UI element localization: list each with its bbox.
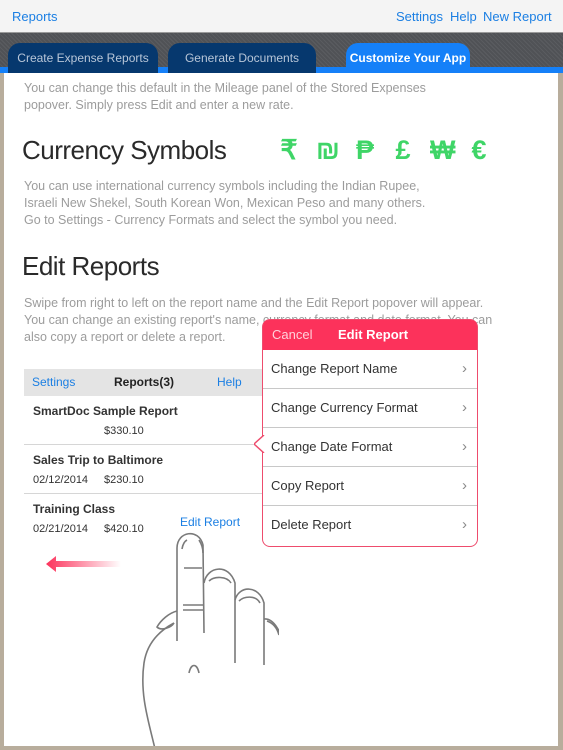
report-date: 02/12/2014 [33, 474, 89, 486]
change-currency-format-item[interactable]: Change Currency Format › [263, 389, 477, 428]
menu-item-label: Change Date Format [271, 439, 393, 454]
edit-report-popover: Cancel Edit Report Change Report Name › … [254, 319, 478, 547]
report-name: Sales Trip to Baltimore [33, 453, 164, 467]
popover-cancel-button[interactable]: Cancel [272, 327, 312, 342]
menu-item-label: Change Currency Format [271, 400, 418, 415]
report-amount: $330.10 [104, 425, 144, 437]
currency-description: You can use international currency symbo… [24, 179, 426, 227]
report-name: SmartDoc Sample Report [33, 404, 178, 418]
tab-customize-your-app[interactable]: Customize Your App [346, 43, 470, 73]
chevron-right-icon: › [462, 438, 467, 455]
popover-title: Edit Report [338, 327, 409, 342]
pointing-hand-icon [142, 532, 279, 746]
tab-generate-documents[interactable]: Generate Documents [168, 43, 316, 73]
rupee-icon: ₹ [280, 135, 298, 165]
pound-icon: £ [395, 135, 411, 165]
shekel-icon: ₪ [316, 135, 340, 165]
copy-report-item[interactable]: Copy Report › [263, 467, 477, 506]
new-report-link[interactable]: New Report [483, 9, 552, 24]
chevron-right-icon: › [462, 516, 467, 533]
tab-bar: Create Expense Reports Generate Document… [0, 33, 563, 73]
list-title: Reports(3) [114, 375, 175, 389]
report-amount: $230.10 [104, 474, 144, 486]
tab-create-expense-reports[interactable]: Create Expense Reports [8, 43, 158, 73]
edit-reports-heading: Edit Reports [22, 251, 160, 281]
help-link[interactable]: Help [450, 9, 477, 24]
menu-item-label: Change Report Name [271, 361, 398, 376]
won-icon: ₩ [430, 135, 456, 165]
menu-item-label: Copy Report [271, 478, 344, 493]
euro-icon: € [471, 135, 487, 165]
chevron-right-icon: › [462, 399, 467, 416]
menu-item-label: Delete Report [271, 517, 352, 532]
currency-symbols-row: ₹ ₪ ₱ £ ₩ € [278, 135, 490, 166]
mileage-intro-text: You can change this default in the Milea… [24, 81, 426, 112]
reports-link[interactable]: Reports [12, 9, 58, 24]
settings-link[interactable]: Settings [396, 9, 443, 24]
popover-header: Cancel Edit Report [263, 320, 477, 350]
change-date-format-item[interactable]: Change Date Format › [263, 428, 477, 467]
currency-symbols-heading: Currency Symbols [22, 135, 227, 165]
report-name: Training Class [33, 502, 116, 516]
top-navigation-bar: Reports Settings Help New Report [0, 0, 563, 33]
report-date: 02/21/2014 [33, 523, 89, 535]
peso-icon: ₱ [355, 135, 374, 165]
list-settings-button[interactable]: Settings [32, 375, 75, 389]
delete-report-item[interactable]: Delete Report › [263, 506, 477, 545]
chevron-right-icon: › [462, 477, 467, 494]
chevron-right-icon: › [462, 360, 467, 377]
change-report-name-item[interactable]: Change Report Name › [263, 350, 477, 389]
list-help-button[interactable]: Help [217, 375, 242, 389]
